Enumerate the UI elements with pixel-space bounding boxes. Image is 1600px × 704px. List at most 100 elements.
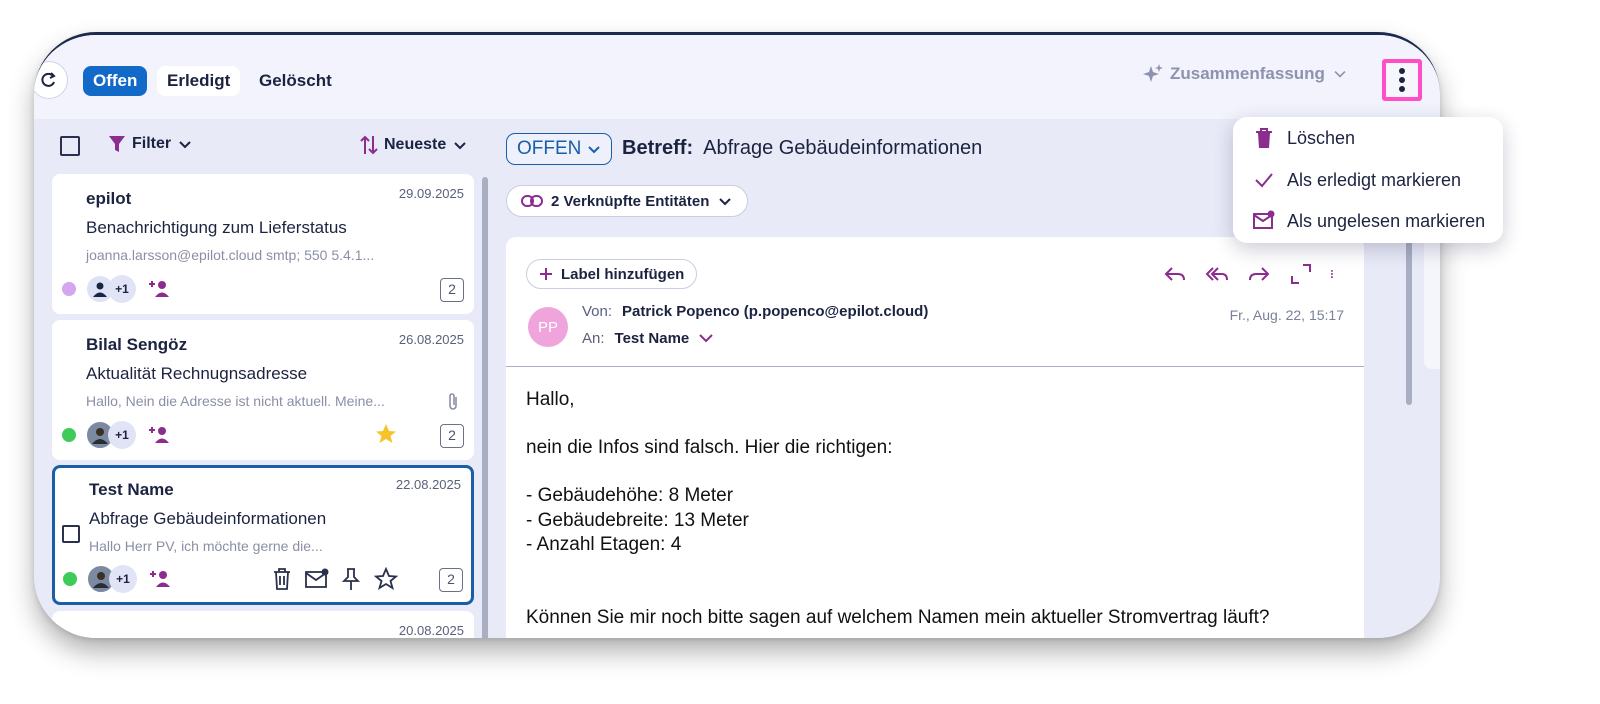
- reply-all-icon[interactable]: [1204, 261, 1230, 287]
- sort-label: Neueste: [384, 136, 447, 153]
- list-item[interactable]: 20.08.2025: [52, 611, 474, 638]
- funnel-icon: [109, 136, 125, 152]
- sender-avatar: PP: [528, 307, 568, 347]
- add-label-button[interactable]: Label hinzufügen: [526, 259, 698, 289]
- thread-subject: Betreff: Abfrage Gebäudeinformationen: [622, 137, 982, 160]
- item-checkbox[interactable]: [62, 525, 80, 543]
- participants-count: +1: [108, 275, 136, 303]
- list-toolbar: Filter Neueste: [34, 119, 492, 173]
- message-count-badge: 2: [440, 424, 464, 448]
- kebab-menu-icon[interactable]: [1330, 261, 1340, 287]
- person-icon: [93, 282, 107, 297]
- plus-icon: [540, 268, 552, 280]
- email-body-line: Können Sie mir noch bitte sagen auf welc…: [526, 607, 1270, 628]
- tab-erledigt[interactable]: Erledigt: [157, 66, 241, 96]
- message-date: 29.09.2025: [398, 186, 464, 201]
- assign-user-icon[interactable]: [148, 426, 170, 444]
- subject-prefix: Betreff:: [622, 137, 694, 159]
- email-date: Fr., Aug. 22, 15:17: [1229, 307, 1344, 323]
- from-value: Patrick Popenco (p.popenco@epilot.cloud): [622, 303, 929, 320]
- trash-icon[interactable]: [271, 567, 293, 591]
- menu-item-label: Als ungelesen markieren: [1287, 210, 1486, 231]
- list-item[interactable]: Bilal Sengöz 26.08.2025 Aktualität Rechn…: [52, 320, 474, 460]
- message-date: 26.08.2025: [398, 332, 464, 347]
- add-label-text: Label hinzufügen: [561, 265, 685, 283]
- email-body-line: - Gebäudebreite: 13 Meter: [526, 510, 749, 531]
- message-subject: Benachrichtigung zum Lieferstatus: [86, 218, 347, 237]
- tab-geloescht[interactable]: Gelöscht: [249, 66, 342, 96]
- filter-label: Filter: [132, 135, 172, 152]
- list-item-selected[interactable]: Test Name 22.08.2025 Abfrage Gebäudeinfo…: [52, 465, 474, 605]
- linked-entities-label: 2 Verknüpfte Entitäten: [551, 192, 710, 210]
- person-photo-icon: [93, 572, 109, 588]
- message-preview: Hallo, Nein die Adresse ist nicht aktuel…: [86, 393, 385, 409]
- trash-icon: [1256, 128, 1272, 148]
- summary-label: Zusammenfassung: [1170, 64, 1325, 83]
- top-bar: Offen Erledigt Gelöscht Zusammenfassung: [34, 35, 1440, 119]
- to-label: An:: [582, 329, 605, 347]
- chevron-down-icon: [699, 334, 713, 343]
- forward-icon[interactable]: [1246, 261, 1272, 287]
- message-preview: Hallo Herr PV, ich möchte gerne die...: [89, 538, 323, 554]
- summary-dropdown[interactable]: Zusammenfassung: [1142, 63, 1349, 85]
- to-line[interactable]: An: Test Name: [582, 329, 715, 347]
- refresh-icon: [41, 72, 56, 87]
- message-count-badge: 2: [440, 278, 464, 302]
- email-body-line: - Anzahl Etagen: 4: [526, 534, 682, 555]
- participants-count: +1: [109, 565, 137, 593]
- status-dropdown[interactable]: OFFEN: [506, 133, 613, 165]
- attachment-icon: [449, 393, 457, 410]
- more-options-button[interactable]: [1382, 59, 1422, 101]
- chevron-down-icon: [719, 198, 732, 206]
- email-body-line: - Gebäudehöhe: 8 Meter: [526, 485, 734, 506]
- select-all-checkbox[interactable]: [60, 136, 80, 156]
- participants-count: +1: [108, 421, 136, 449]
- conversation-list: Filter Neueste epilot 29.09.2025 Benachr…: [34, 119, 492, 638]
- from-line: Von: Patrick Popenco (p.popenco@epilot.cl…: [582, 303, 928, 320]
- sender-name: Bilal Sengöz: [86, 335, 188, 354]
- assign-user-icon[interactable]: [148, 280, 170, 298]
- status-label: OFFEN: [517, 138, 582, 159]
- to-value: Test Name: [614, 329, 690, 347]
- menu-item-mark-unread[interactable]: Als ungelesen markieren: [1253, 210, 1485, 232]
- filter-button[interactable]: Filter: [108, 134, 193, 154]
- message-count-badge: 2: [439, 568, 463, 592]
- email-actions: [1162, 261, 1340, 287]
- message-date: 22.08.2025: [395, 477, 461, 492]
- expand-icon[interactable]: [1288, 261, 1314, 287]
- sort-button[interactable]: Neueste: [360, 134, 468, 156]
- message-date: 20.08.2025: [398, 623, 464, 638]
- assign-user-icon[interactable]: [149, 570, 171, 588]
- message-subject: Aktualität Rechnugnsadresse: [86, 364, 308, 383]
- chevron-down-icon: [454, 142, 466, 150]
- from-label: Von:: [582, 303, 613, 320]
- chevron-down-icon: [588, 146, 601, 154]
- menu-item-label: Löschen: [1287, 127, 1356, 148]
- menu-item-label: Als erledigt markieren: [1287, 169, 1462, 190]
- refresh-button[interactable]: [34, 61, 68, 99]
- sort-icon: [360, 135, 378, 155]
- linked-entities-dropdown[interactable]: 2 Verknüpfte Entitäten: [506, 185, 749, 217]
- menu-item-mark-done[interactable]: Als erledigt markieren: [1253, 169, 1461, 191]
- app-window: Offen Erledigt Gelöscht Zusammenfassung: [34, 32, 1440, 638]
- message-preview: joanna.larsson@epilot.cloud smtp; 550 5.…: [86, 247, 375, 263]
- person-photo-icon: [92, 428, 108, 444]
- subject-text: Abfrage Gebäudeinformationen: [703, 137, 983, 159]
- check-icon: [1255, 173, 1273, 188]
- pin-icon[interactable]: [342, 567, 360, 591]
- menu-item-delete[interactable]: Löschen: [1253, 127, 1355, 149]
- options-menu: Löschen Als erledigt markieren Als ungel…: [1233, 117, 1503, 243]
- status-dot: [63, 572, 77, 586]
- tab-offen[interactable]: Offen: [83, 66, 148, 96]
- list-scrollbar[interactable]: [482, 177, 488, 638]
- divider: [506, 366, 1364, 367]
- kebab-menu-icon: [1399, 68, 1405, 92]
- mail-unread-icon[interactable]: [304, 568, 330, 590]
- star-filled-icon[interactable]: [374, 422, 398, 446]
- status-dot: [62, 282, 76, 296]
- star-outline-icon[interactable]: [374, 567, 398, 591]
- link-icon: [521, 195, 543, 207]
- status-dot: [62, 428, 76, 442]
- list-item[interactable]: epilot 29.09.2025 Benachrichtigung zum L…: [52, 174, 474, 314]
- reply-icon[interactable]: [1162, 261, 1188, 287]
